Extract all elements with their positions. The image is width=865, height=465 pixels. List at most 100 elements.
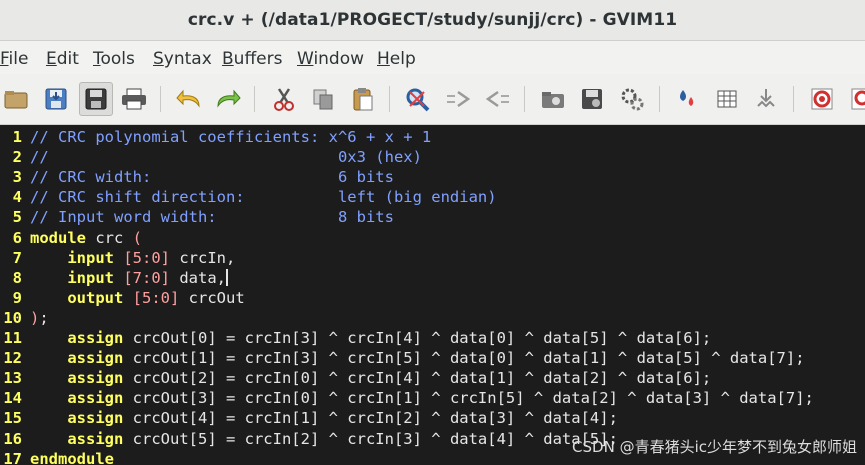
line-number: 15 bbox=[3, 409, 22, 428]
toolbar-separator bbox=[659, 86, 660, 112]
code-line[interactable]: 7 input [5:0] crcIn, bbox=[0, 248, 236, 268]
undo-icon[interactable] bbox=[173, 83, 205, 115]
toolbar-separator bbox=[524, 86, 525, 112]
code-line[interactable]: 11 assign crcOut[0] = crcIn[3] ^ crcIn[4… bbox=[0, 328, 711, 348]
find-replace-icon[interactable] bbox=[402, 83, 434, 115]
line-number: 12 bbox=[3, 349, 22, 368]
toolbar-separator bbox=[160, 86, 161, 112]
help-icon[interactable] bbox=[806, 83, 838, 115]
print-icon[interactable] bbox=[118, 83, 150, 115]
save-session-icon[interactable] bbox=[576, 83, 608, 115]
line-number: 16 bbox=[3, 429, 22, 448]
redo-icon[interactable] bbox=[212, 83, 244, 115]
code-line[interactable]: 5 // Input word width: 8 bits bbox=[0, 207, 394, 227]
line-number: 5 bbox=[12, 208, 22, 227]
code-keyword: assign bbox=[67, 369, 124, 388]
code-text: data, bbox=[170, 268, 227, 287]
code-line[interactable]: 13 assign crcOut[2] = crcIn[0] ^ crcIn[4… bbox=[0, 368, 711, 388]
code-bracket: ) bbox=[30, 308, 40, 327]
open-icon[interactable] bbox=[0, 83, 32, 115]
code-keyword: endmodule bbox=[30, 449, 114, 465]
code-line[interactable]: 8 input [7:0] data, bbox=[0, 268, 229, 288]
code-comment: // 0x3 (hex) bbox=[30, 148, 422, 167]
code-line[interactable]: 6 module crc ( bbox=[0, 228, 142, 248]
menu-buffers[interactable]: Buffers bbox=[222, 49, 282, 69]
code-bracket: [5:0] bbox=[123, 248, 171, 267]
code-text: crcOut bbox=[179, 288, 245, 307]
code-comment: // CRC shift direction: left (big endian… bbox=[30, 188, 497, 207]
line-number: 4 bbox=[12, 188, 22, 207]
save-icon[interactable] bbox=[40, 83, 72, 115]
code-line[interactable]: 17 endmodule bbox=[0, 449, 114, 465]
text-cursor bbox=[226, 268, 229, 286]
toolbar-separator bbox=[389, 86, 390, 112]
make-icon[interactable] bbox=[671, 83, 703, 115]
code-line[interactable]: 10); bbox=[0, 308, 48, 328]
code-keyword: input bbox=[67, 248, 114, 267]
code-keyword: input bbox=[67, 268, 114, 287]
line-number: 3 bbox=[12, 168, 22, 187]
menu-file[interactable]: File bbox=[0, 49, 28, 69]
save-all-icon[interactable] bbox=[79, 82, 113, 116]
code-keyword: assign bbox=[67, 389, 124, 408]
menu-bar: File Edit Tools Syntax Buffers Window He… bbox=[0, 41, 865, 74]
menu-edit[interactable]: Edit bbox=[46, 49, 79, 69]
ctags-icon[interactable] bbox=[750, 83, 782, 115]
code-text: crcOut[3] = crcIn[0] ^ crcIn[1] ^ crcIn[… bbox=[123, 389, 814, 408]
code-line[interactable]: 9 output [5:0] crcOut bbox=[0, 288, 245, 308]
load-session-icon[interactable] bbox=[537, 83, 569, 115]
code-line[interactable]: 1 // CRC polynomial coefficients: x^6 + x… bbox=[0, 127, 432, 147]
code-line[interactable]: 3 // CRC width: 6 bits bbox=[0, 167, 394, 187]
code-bracket: [7:0] bbox=[123, 268, 171, 287]
menu-tools[interactable]: Tools bbox=[93, 49, 135, 69]
code-comment: // Input word width: 8 bits bbox=[30, 208, 394, 227]
window-title: crc.v + (/data1/PROGECT/study/sunjj/crc)… bbox=[187, 10, 678, 30]
menu-window[interactable]: Window bbox=[297, 49, 364, 69]
code-text: crcOut[4] = crcIn[1] ^ crcIn[2] ^ data[3… bbox=[123, 409, 618, 428]
code-bracket: [5:0] bbox=[132, 288, 180, 307]
toolbar-separator bbox=[254, 86, 255, 112]
code-comment: // CRC polynomial coefficients: x^6 + x … bbox=[30, 128, 432, 146]
find-prev-icon[interactable] bbox=[482, 83, 514, 115]
code-text: crcOut[1] = crcIn[3] ^ crcIn[5] ^ data[0… bbox=[123, 349, 805, 368]
code-bracket: ( bbox=[132, 228, 143, 247]
code-line[interactable]: 16 assign crcOut[5] = crcIn[2] ^ crcIn[3… bbox=[0, 429, 618, 449]
line-number: 6 bbox=[12, 228, 22, 247]
line-number: 8 bbox=[12, 268, 22, 287]
copy-icon[interactable] bbox=[307, 83, 339, 115]
code-keyword: output bbox=[67, 288, 124, 307]
menu-help[interactable]: Help bbox=[377, 49, 416, 69]
code-text: crcOut[0] = crcIn[3] ^ crcIn[4] ^ data[0… bbox=[123, 329, 712, 347]
code-text: crcOut[5] = crcIn[2] ^ crcIn[3] ^ data[4… bbox=[123, 429, 618, 448]
cut-icon[interactable] bbox=[268, 83, 300, 115]
code-line[interactable]: 14 assign crcOut[3] = crcIn[0] ^ crcIn[1… bbox=[0, 388, 814, 408]
code-line[interactable]: 12 assign crcOut[1] = crcIn[3] ^ crcIn[5… bbox=[0, 348, 805, 368]
find-next-icon[interactable] bbox=[442, 83, 474, 115]
line-number: 10 bbox=[3, 308, 22, 327]
code-line[interactable]: 4 // CRC shift direction: left (big endia… bbox=[0, 187, 497, 207]
csdn-watermark: CSDN @青春猪头ic少年梦不到兔女郎师姐 bbox=[572, 438, 857, 456]
code-line[interactable]: 15 assign crcOut[4] = crcIn[1] ^ crcIn[2… bbox=[0, 408, 618, 428]
code-line[interactable]: 2 // 0x3 (hex) bbox=[0, 147, 422, 167]
code-text: crc bbox=[86, 228, 133, 247]
paste-icon[interactable] bbox=[347, 83, 379, 115]
editor-text-area[interactable]: 1 // CRC polynomial coefficients: x^6 + x… bbox=[0, 125, 865, 465]
menu-syntax[interactable]: Syntax bbox=[153, 49, 212, 69]
code-text: crcIn, bbox=[170, 248, 236, 267]
title-bar[interactable]: crc.v + (/data1/PROGECT/study/sunjj/crc)… bbox=[0, 0, 865, 41]
run-script-icon[interactable] bbox=[616, 83, 648, 115]
shell-icon[interactable] bbox=[711, 83, 743, 115]
code-keyword: assign bbox=[67, 329, 124, 347]
line-number: 2 bbox=[12, 148, 22, 167]
line-number: 9 bbox=[12, 288, 22, 307]
find-help-icon[interactable] bbox=[845, 83, 865, 115]
